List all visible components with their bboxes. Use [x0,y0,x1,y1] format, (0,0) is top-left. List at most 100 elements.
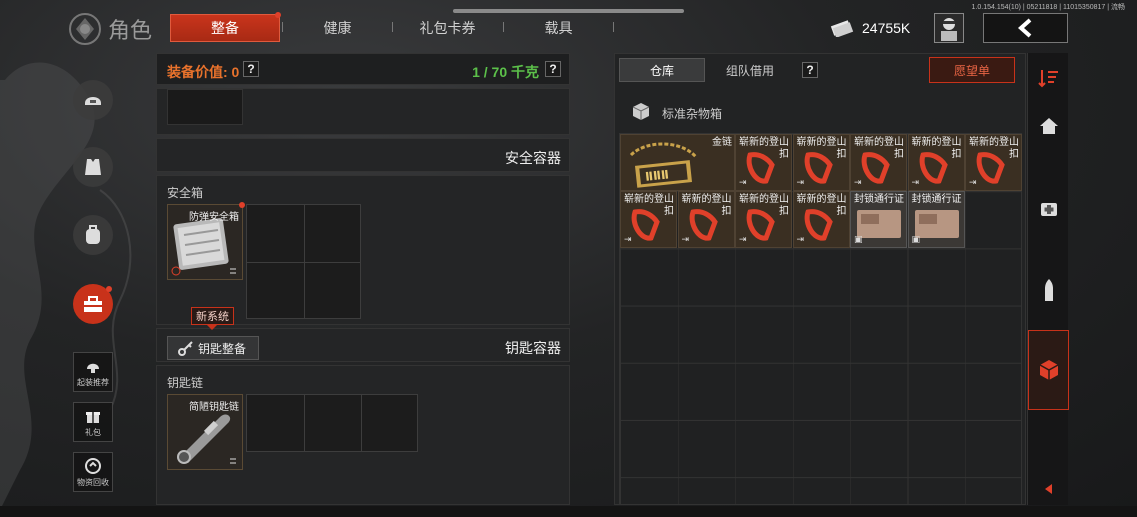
exit-icon: ⇥ [739,177,747,187]
key-button-label: 钥匙整备 [198,341,247,356]
exit-icon: ⇥ [624,234,632,245]
item-name: 崭新的登山扣 [739,194,789,218]
carabiner-item[interactable]: 崭新的登山扣 ⇥ [620,191,677,249]
secure-container-header: 安全容器 [156,138,570,172]
item-name: 封锁通行证 [911,194,962,206]
player-avatar[interactable] [934,13,964,43]
item-name: 崭新的登山扣 [911,137,962,160]
gift-button[interactable]: 礼包 [73,402,113,442]
carabiner-item[interactable]: 崭新的登山扣 ⇥ [850,134,907,191]
key-icon [178,341,193,356]
top-bar: 1.0.154.154(10) | 05211818 | 11015350817… [0,0,1137,52]
loadout-icon [87,363,99,373]
tab-team-borrow[interactable]: 组队借用 [707,58,793,82]
character-logo-icon [68,12,102,46]
equipment-panel: 装备价值: 0 ? 1 / 70 千克 ? 安全容器 安全箱 防弹安全箱 钥匙整… [156,53,570,505]
item-name: 金链 [712,137,732,148]
item-name: 崭新的登山扣 [796,194,847,218]
help-button[interactable]: ? [243,61,259,77]
item-name: 封锁通行证 [854,194,904,206]
nav-medical[interactable] [1028,183,1069,233]
nav-ammo[interactable] [1028,265,1069,315]
lockdown-pass-item[interactable]: 封锁通行证 ▣ [907,191,965,249]
key-chain-title: 钥匙链 [167,376,204,390]
back-button[interactable] [983,13,1068,43]
secure-container-title: 安全容器 [505,150,561,166]
tab-vehicles[interactable]: 载具 [511,14,606,42]
carabiner-item[interactable]: 崭新的登山扣 ⇥ [965,134,1022,191]
nav-container[interactable] [73,284,113,324]
tab-label: 载具 [544,20,573,36]
item-slot[interactable] [167,89,243,125]
toolbox-icon [84,296,102,312]
currency-display[interactable]: 24755K [830,14,910,42]
box-icon [1039,360,1058,380]
item-name: 崭新的登山扣 [854,137,904,160]
armor-icon [85,159,101,175]
page-title: 角色 [108,18,153,43]
carabiner-item[interactable]: 崭新的登山扣 ⇥ [735,134,792,191]
nav-armor[interactable] [73,147,113,187]
inventory-grid[interactable]: ⅡⅡⅡ 金链 崭新的登山扣 ⇥ 崭新的登山扣 ⇥ 崭新的登山扣 ⇥ 崭新的登山扣… [619,133,1022,505]
loadout-recommend-button[interactable]: 起装推荐 [73,352,113,392]
key-container-title: 钥匙容器 [505,340,561,356]
helmet-icon [85,97,101,105]
triangle-left-icon [1044,484,1052,494]
notification-dot [239,202,245,208]
wishlist-button[interactable]: 愿望单 [929,57,1015,83]
equipment-value-row: 装备价值: 0 ? 1 / 70 千克 ? [156,53,570,85]
new-system-tag-pointer [207,325,217,330]
gold-chain-item[interactable]: ⅡⅡⅡ 金链 [620,134,735,191]
carabiner-item[interactable]: 崭新的登山扣 ⇥ [677,191,735,249]
grid-line [247,262,360,263]
tab-gift-coupons[interactable]: 礼包卡券 [400,14,495,42]
item-name: 简陋钥匙链 [189,402,239,413]
item-name: 崭新的登山扣 [739,137,789,160]
help-button[interactable]: ? [802,62,818,78]
safe-box-grid[interactable] [246,204,361,319]
backpack-icon [86,225,100,244]
svg-text:ⅡⅡⅡ: ⅡⅡⅡ [644,167,669,183]
warehouse-panel: 仓库 组队借用 ? 愿望单 标准杂物箱 ⅡⅡⅡ 金链 崭新的登山扣 ⇥ 崭新的登… [614,53,1026,505]
tab-label: 礼包卡券 [419,20,476,36]
box-icon [632,103,650,120]
sort-button[interactable] [1028,53,1069,103]
weight-help-button[interactable]: ? [545,61,561,77]
carabiner-item[interactable]: 崭新的登山扣 ⇥ [792,134,850,191]
item-name: 崭新的登山扣 [969,137,1019,160]
exit-icon: ⇥ [911,177,920,187]
key-chain-section: 钥匙链 简陋钥匙链 [156,365,570,505]
tab-separator [613,22,614,32]
simple-key-chain-item[interactable]: 简陋钥匙链 [167,394,243,470]
gift-icon [86,411,100,423]
nav-misc-box[interactable] [1028,330,1069,410]
button-label: 物资回收 [77,477,109,487]
exit-icon: ⇥ [796,177,805,187]
key-chain-grid[interactable] [246,394,418,452]
game-screen: 1.0.154.154(10) | 05211818 | 11015350817… [0,0,1137,517]
version-text: 1.0.154.154(10) | 05211818 | 11015350817… [971,4,1125,11]
notification-dot [106,286,112,292]
bulletproof-safe-box-item[interactable]: 防弹安全箱 [167,202,245,280]
tab-separator [503,22,504,32]
tab-loadout[interactable]: 整备 [170,12,281,42]
grid-line [361,395,362,451]
recycle-button[interactable]: 物资回收 [73,452,113,492]
carabiner-item[interactable]: 崭新的登山扣 ⇥ [792,191,850,249]
nav-helmet[interactable] [73,80,113,120]
tab-health[interactable]: 健康 [290,14,385,42]
exit-icon: ⇥ [681,234,690,245]
carabiner-item[interactable]: 崭新的登山扣 ⇥ [735,191,792,249]
tab-warehouse[interactable]: 仓库 [619,58,705,82]
right-nav [1027,53,1069,505]
medkit-icon [1040,203,1057,216]
key-loadout-button[interactable]: 钥匙整备 [167,336,259,360]
item-name: 防弹安全箱 [189,212,239,223]
tab-separator [282,22,283,32]
nav-home[interactable] [1028,101,1069,151]
weight-display: 1 / 70 千克 [472,64,539,80]
carabiner-item[interactable]: 崭新的登山扣 ⇥ [907,134,965,191]
box-title: 标准杂物箱 [662,107,723,121]
lockdown-pass-item[interactable]: 封锁通行证 ▣ [850,191,907,249]
nav-backpack[interactable] [73,215,113,255]
